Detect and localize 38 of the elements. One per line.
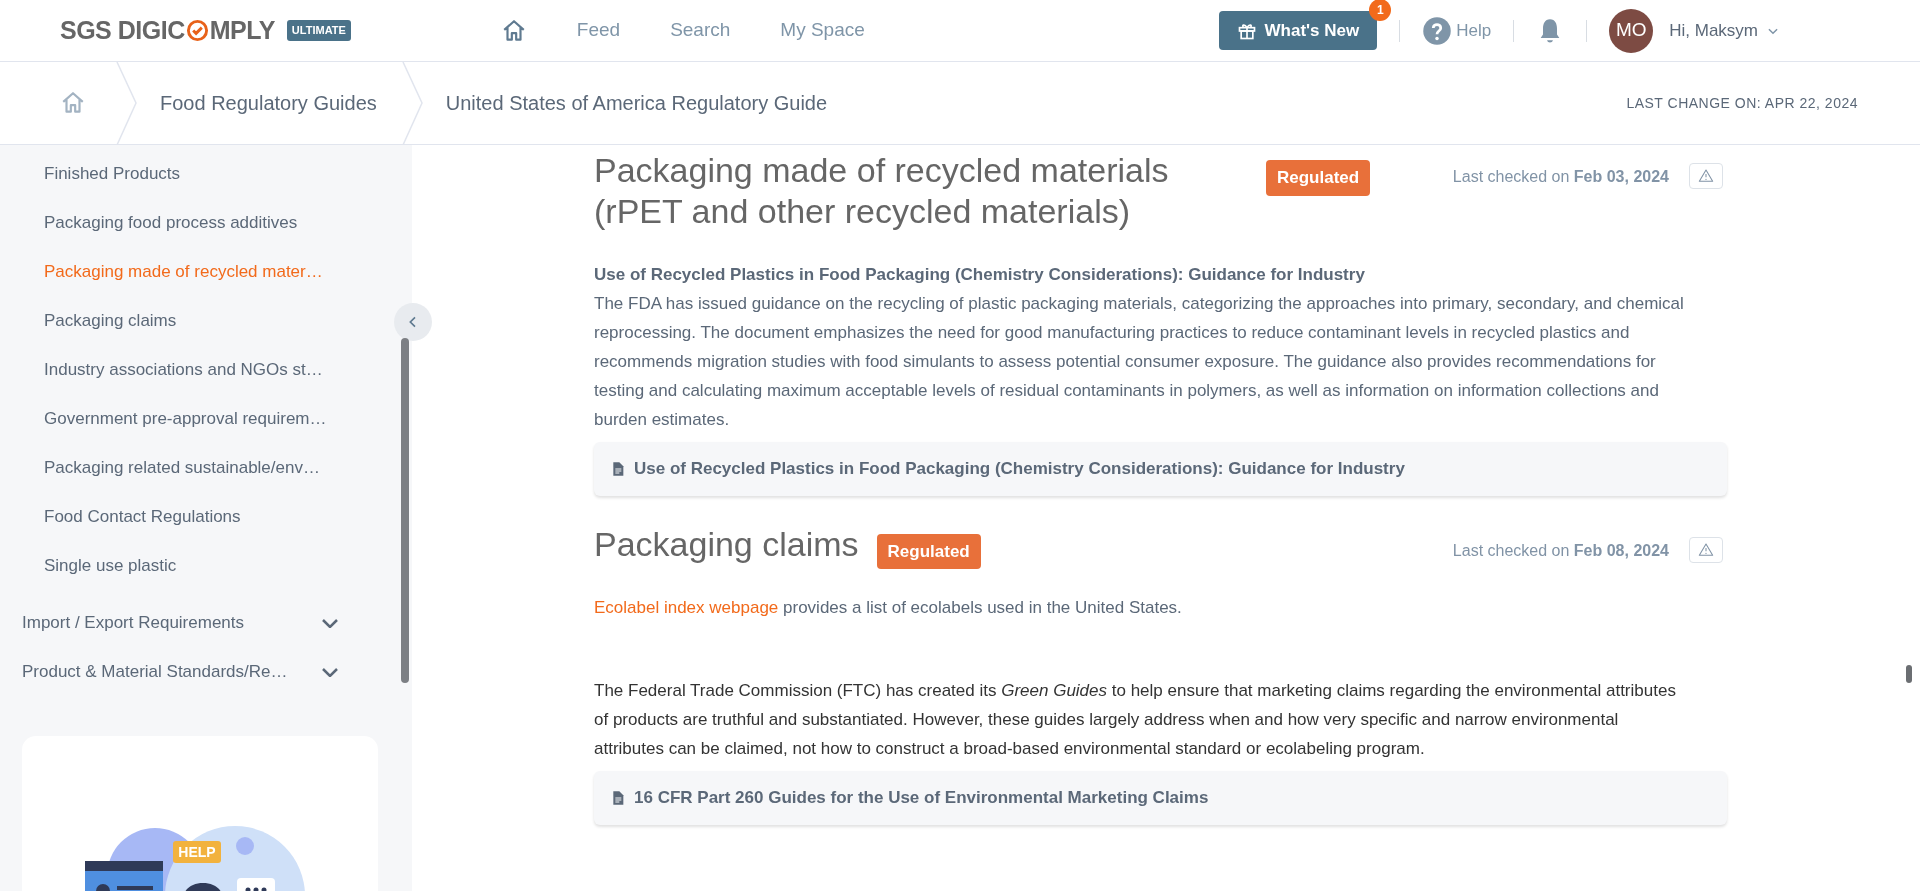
last-checked-text: Last checked on Feb 08, 2024 [1452,540,1669,561]
document-link[interactable]: Use of Recycled Plastics in Food Packaging (Chemistry Considerations): Guidance for Industry [594,441,1727,496]
nav-link[interactable]: My Space [780,16,865,45]
status-badge: Regulated [1266,160,1371,196]
breadcrumb-link[interactable]: Food Regulatory Guides [160,88,377,118]
sidebar-item[interactable]: Government pre-approval requirem… [0,394,327,443]
last-checked-text: Last checked on Feb 03, 2024 [1452,167,1669,187]
user-avatar[interactable]: MO [1609,8,1654,53]
user-menu[interactable]: Hi, Maksym [1669,17,1780,44]
section-title: Packaging made of recycled materials (rPET and other recycled materials) [594,150,1170,232]
sidebar-item[interactable]: Packaging made of recycled mater… [0,247,323,296]
guidance-title: Use of Recycled Plastics in Food Packaging (Chemistry Considerations): Guidance for Industry [594,263,1366,286]
nav-link[interactable]: Feed [576,16,621,45]
help-link[interactable]: Help [1422,15,1492,46]
nav-link[interactable]: Search [670,16,731,45]
whats-new-button[interactable]: What's New [1218,10,1378,51]
last-change-date: LAST CHANGE ON: APR 22, 2024 [1626,93,1858,113]
paragraph: The FDA has issued guidance on the recycling of plastic packaging materials, categorizing the approaches into primary, secondary, and chemical reprocessing. The document emphasizes the need for good manufacturing practices to reduce contaminant levels in recycled plastics and recommends migration studies with food simulants to assess potential consumer exposure. The guidance also provides recommendations for testing and calculating maximum acceptable levels of residual contaminants in polymers, as well as information on information collections and burden estimates. [594,292,1684,431]
paragraph: Ecolabel index webpage provides a list of ecolabels used in the United States. [594,597,1183,620]
plan-badge: ULTIMATE [286,20,351,41]
sidebar-item[interactable]: Food Contact Regulations [0,492,241,541]
sidebar-item[interactable]: Packaging related sustainable/env… [0,443,320,492]
ecolabel-link[interactable]: Ecolabel index webpage [594,598,779,618]
sidebar-item[interactable]: Industry associations and NGOs st… [0,345,323,394]
notification-count-badge: 1 [1369,0,1392,21]
sidebar-group[interactable]: Product & Material Standards/Re… [0,647,360,696]
logo-text: SGS DIGIC [60,14,185,46]
status-badge: Regulated [876,533,981,570]
breadcrumb-link[interactable]: United States of America Regulatory Guide [445,88,828,118]
sidebar-item[interactable]: Finished Products [0,149,181,198]
paragraph: The Federal Trade Commission (FTC) has created its Green Guides to help ensure that marketing claims regarding the environmental attributes of products are truthful and substantiated. However, these guides largely address when and how very specific and narrow environmental attributes can be claimed, not how to construct a broad-based environmental standard or ecolabeling program. [594,680,1677,761]
section-title: Packaging claims [594,523,859,565]
sidebar-item[interactable]: Single use plastic [0,541,177,590]
logo-text: MPLY [209,14,275,46]
sidebar-group[interactable]: Import / Export Requirements [0,598,360,647]
sidebar-item[interactable]: Packaging claims [0,296,177,345]
document-link[interactable]: 16 CFR Part 260 Guides for the Use of Environmental Marketing Claims [594,771,1727,826]
sidebar-item[interactable]: Packaging food process additives [0,198,298,247]
